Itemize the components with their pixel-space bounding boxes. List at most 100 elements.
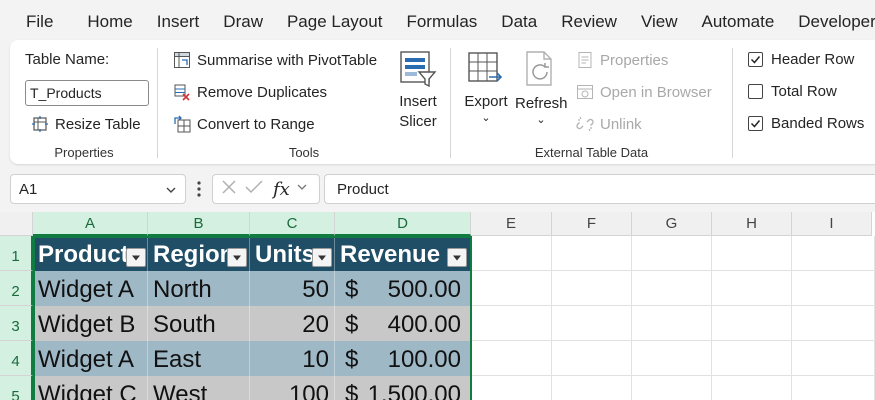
more-options-icon[interactable] [196,180,202,203]
column-header-b[interactable]: B [148,212,250,236]
column-header-a[interactable]: A [33,212,148,236]
menu-data[interactable]: Data [489,12,549,32]
menu-automate[interactable]: Automate [690,12,787,32]
cell[interactable] [471,341,552,376]
formula-input[interactable]: Product [324,174,875,204]
column-header-g[interactable]: G [632,212,712,236]
cell[interactable] [712,236,792,271]
row-header-5[interactable]: 5 [0,376,33,400]
cell[interactable] [712,306,792,341]
cell[interactable] [552,306,632,341]
cell[interactable] [792,341,875,376]
table-cell[interactable]: South [148,306,250,341]
table-cell[interactable]: West [148,376,250,400]
menu-review[interactable]: Review [549,12,629,32]
column-header-f[interactable]: F [552,212,632,236]
filter-dropdown-icon[interactable] [312,248,332,267]
header-text: Product [38,241,129,268]
table-cell[interactable]: Widget C [33,376,148,400]
remove-duplicates-button[interactable]: Remove Duplicates [172,82,327,102]
cell[interactable] [792,271,875,306]
menu-view[interactable]: View [629,12,690,32]
header-row-checkbox[interactable]: Header Row [748,51,854,68]
table-cell[interactable]: 50 [250,271,335,306]
table-header-region[interactable]: Region [148,236,250,271]
table-cell[interactable]: 100 [250,376,335,400]
column-header-d[interactable]: D [335,212,471,236]
menu-home[interactable]: Home [75,12,144,32]
column-header-e[interactable]: E [471,212,552,236]
cell[interactable] [471,236,552,271]
column-header-h[interactable]: H [712,212,792,236]
column-header-c[interactable]: C [250,212,335,236]
column-header-i[interactable]: I [792,212,872,236]
chevron-down-icon [165,183,177,200]
row-header-1[interactable]: 1 [0,236,33,271]
table-cell[interactable]: $ 100.00 [335,341,471,376]
row-header-2[interactable]: 2 [0,271,33,306]
cell[interactable] [792,306,875,341]
table-cell[interactable]: Widget A [33,341,148,376]
convert-to-range-button[interactable]: Convert to Range [172,114,315,134]
insert-slicer-button[interactable]: Insert Slicer [394,50,442,132]
menu-developer[interactable]: Developer [786,12,875,32]
menu-file[interactable]: File [0,12,75,32]
table-header-units[interactable]: Units [250,236,335,271]
cell[interactable] [632,341,712,376]
spreadsheet-grid: A B C D E F G H I 1 2 3 4 5 Product Regi… [0,212,875,400]
cell[interactable] [552,376,632,400]
table-cell[interactable]: Widget A [33,271,148,306]
cell[interactable] [471,376,552,400]
cell[interactable] [712,341,792,376]
row-header-3[interactable]: 3 [0,306,33,341]
cell[interactable] [471,271,552,306]
cell[interactable] [471,306,552,341]
properties-button[interactable]: Properties [575,50,668,70]
cell[interactable] [712,271,792,306]
table-cell[interactable]: 10 [250,341,335,376]
cell[interactable] [712,376,792,400]
row-header-4[interactable]: 4 [0,341,33,376]
table-cell[interactable]: $ 500.00 [335,271,471,306]
select-all-corner[interactable] [0,212,33,236]
banded-rows-checkbox[interactable]: Banded Rows [748,115,864,132]
cell[interactable] [552,271,632,306]
table-cell[interactable]: $ 1,500.00 [335,376,471,400]
cell[interactable] [632,271,712,306]
name-box[interactable]: A1 [10,174,186,204]
table-cell[interactable]: North [148,271,250,306]
resize-table-button[interactable]: Resize Table [30,114,141,134]
cell[interactable] [552,236,632,271]
export-button[interactable]: Export ⌄ [463,50,509,124]
refresh-button[interactable]: Refresh ⌄ [515,50,568,126]
enter-icon[interactable] [245,179,263,200]
summarise-pivot-button[interactable]: Summarise with PivotTable [172,50,377,70]
unlink-button[interactable]: Unlink [575,114,642,134]
cell[interactable] [632,376,712,400]
filter-dropdown-icon[interactable] [126,248,146,267]
table-cell[interactable]: $ 400.00 [335,306,471,341]
cell[interactable] [792,236,875,271]
table-cell[interactable]: East [148,341,250,376]
cell[interactable] [632,236,712,271]
open-in-browser-button[interactable]: Open in Browser [575,82,712,102]
table-cell[interactable]: 20 [250,306,335,341]
menu-draw[interactable]: Draw [211,12,275,32]
cell[interactable] [552,341,632,376]
total-row-checkbox[interactable]: Total Row [748,83,837,100]
menu-page-layout[interactable]: Page Layout [275,12,394,32]
table-header-revenue[interactable]: Revenue [335,236,471,271]
filter-dropdown-icon[interactable] [447,248,467,267]
cell[interactable] [792,376,875,400]
chevron-down-icon[interactable] [296,180,308,198]
remove-duplicates-icon [172,82,192,102]
insert-function-icon[interactable]: fx [273,179,290,200]
table-cell[interactable]: Widget B [33,306,148,341]
cancel-icon[interactable] [221,179,237,200]
table-name-input[interactable] [25,80,149,106]
menu-formulas[interactable]: Formulas [394,12,489,32]
filter-dropdown-icon[interactable] [227,248,247,267]
cell[interactable] [632,306,712,341]
menu-insert[interactable]: Insert [145,12,212,32]
table-header-product[interactable]: Product [33,236,148,271]
